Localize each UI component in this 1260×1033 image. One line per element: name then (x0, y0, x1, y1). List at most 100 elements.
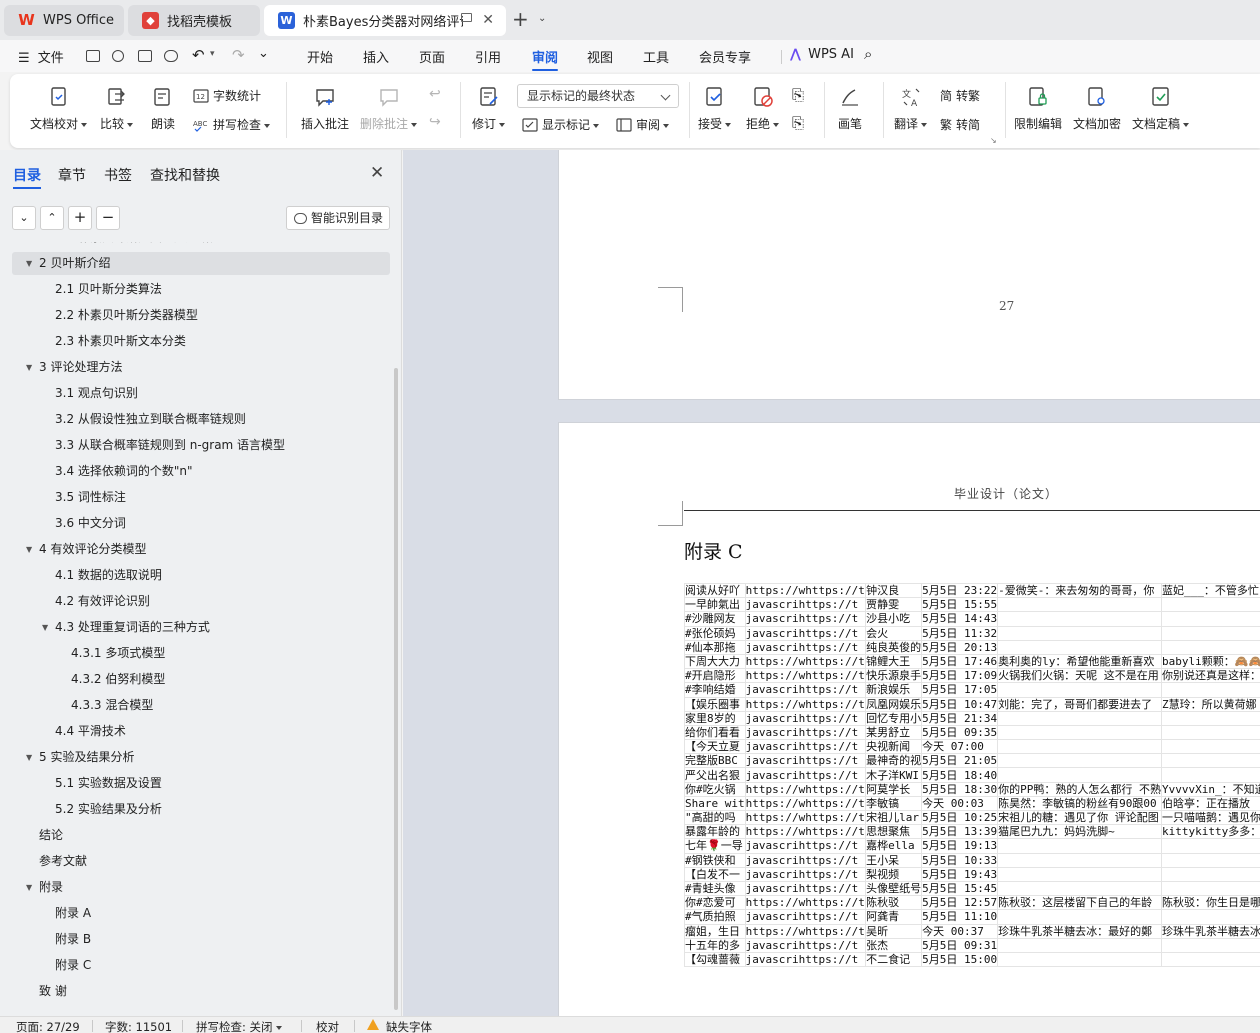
table-cell[interactable]: #李响结婚 (684, 682, 746, 698)
table-cell[interactable] (1161, 937, 1260, 953)
table-cell[interactable]: 5月5日 10:25 (921, 809, 999, 826)
table-cell[interactable]: babyli颗颗：🙈🙈🙈 (1161, 653, 1260, 670)
table-cell[interactable] (997, 838, 1163, 854)
table-cell[interactable] (997, 909, 1163, 925)
spell-check-button[interactable]: ABC 拼写检查 (193, 116, 270, 133)
table-cell[interactable]: 5月5日 15:55 (921, 597, 999, 613)
table-cell[interactable] (997, 753, 1163, 769)
table-cell[interactable] (1161, 880, 1260, 897)
table-cell[interactable]: 你#吃火锅 (684, 781, 746, 797)
table-cell[interactable]: 5月5日 10:33 (921, 852, 999, 868)
table-cell[interactable]: javascrihttps://t (744, 951, 867, 968)
table-cell[interactable]: 5月5日 15:45 (921, 880, 999, 897)
print-preview-icon[interactable] (164, 50, 178, 62)
collapse-all-icon[interactable]: ⌃ (40, 206, 64, 230)
collapse-triangle-icon[interactable]: ▼ (26, 538, 32, 561)
table-cell[interactable]: 5月5日 10:47 (921, 696, 999, 712)
table-cell[interactable] (1161, 639, 1260, 655)
toc-item[interactable]: ▼ 5 实验及结果分析 (12, 746, 390, 769)
toc-item[interactable]: 2.2 朴素贝叶斯分类器模型 (12, 304, 390, 327)
pen-button[interactable]: 画笔 (838, 86, 862, 132)
toc-item[interactable]: 4.1 数据的选取说明 (12, 564, 390, 587)
table-cell[interactable]: javascrihttps://t (744, 710, 867, 726)
table-cell[interactable]: javascrihttps://t (744, 639, 867, 655)
table-cell[interactable] (1161, 866, 1260, 882)
table-cell[interactable]: 5月5日 13:39 (921, 824, 999, 840)
table-cell[interactable]: javascrihttps://t (744, 767, 867, 783)
table-cell[interactable]: https://whttps://t (744, 781, 867, 797)
table-cell[interactable]: https://whttps://t (744, 809, 867, 826)
table-cell[interactable]: 暴露年龄的 (684, 824, 746, 840)
delete-comment-button[interactable]: 删除批注 (360, 86, 417, 132)
collapse-triangle-icon[interactable]: ▼ (42, 616, 48, 639)
table-cell[interactable]: javascrihttps://t (744, 597, 867, 613)
table-cell[interactable] (1161, 951, 1260, 968)
toc-item[interactable]: 4.3.1 多项式模型 (12, 642, 390, 665)
table-cell[interactable]: 刘能：完了，哥哥们都要进去了 (997, 696, 1163, 712)
table-cell[interactable]: 最神奇的视 (865, 753, 923, 769)
table-cell[interactable]: 吴昕 (865, 923, 923, 939)
table-cell[interactable]: 沙县小吃 (865, 611, 923, 627)
export-icon[interactable] (112, 50, 124, 62)
menu-review[interactable]: 审阅 (532, 47, 558, 66)
table-cell[interactable]: javascrihttps://t (744, 739, 867, 755)
translate-button[interactable]: 文A 翻译 (894, 86, 927, 132)
menu-tools[interactable]: 工具 (643, 47, 669, 66)
table-cell[interactable]: 完整版BBC (684, 753, 746, 769)
table-cell[interactable] (997, 682, 1163, 698)
table-cell[interactable]: 凤凰网娱乐 (865, 696, 923, 712)
table-cell[interactable]: 你别说还真是这样： (1161, 668, 1260, 684)
table-cell[interactable] (1161, 767, 1260, 783)
table-cell[interactable]: 一早帥氣出 (684, 597, 746, 613)
toc-item[interactable]: 结论 (12, 824, 390, 847)
table-cell[interactable]: kittykitty多多：大 (1161, 824, 1260, 840)
table-cell[interactable]: 5月5日 12:57 (921, 895, 999, 911)
table-cell[interactable]: #仙本那拖 (684, 639, 746, 655)
table-cell[interactable] (1161, 753, 1260, 769)
table-cell[interactable]: 给你们看看 (684, 724, 746, 741)
table-cell[interactable]: 阅读从好吖 (684, 582, 746, 599)
table-cell[interactable]: 【白发不一 (684, 866, 746, 882)
table-cell[interactable] (997, 724, 1163, 741)
table-cell[interactable]: 阿龚青 (865, 909, 923, 925)
monitor-icon[interactable] (461, 13, 472, 22)
table-cell[interactable] (1161, 710, 1260, 726)
table-cell[interactable] (1161, 838, 1260, 854)
toc-item[interactable]: ▼ 附录 (12, 876, 390, 899)
table-cell[interactable]: 今天 00:37 (921, 923, 999, 939)
redo-icon[interactable]: ↷ (232, 46, 245, 64)
show-marks-button[interactable]: 显示标记 (522, 116, 599, 133)
table-cell[interactable] (997, 852, 1163, 868)
toc-item[interactable]: 1.3 朴素贝叶斯分类的应用研究 (12, 242, 390, 249)
table-cell[interactable]: javascrihttps://t (744, 753, 867, 769)
panel-tab-bookmarks[interactable]: 书签 (104, 165, 132, 185)
table-cell[interactable]: 某男舒立 (865, 724, 923, 741)
table-cell[interactable]: 陈秋驳 (865, 895, 923, 911)
proofread-button[interactable]: 文档校对 (30, 86, 87, 132)
close-panel-icon[interactable]: ✕ (370, 163, 384, 183)
toc-item[interactable]: 致 谢 (12, 980, 390, 1003)
table-cell[interactable]: 陈秋驳：这层楼留下自己的年龄 (997, 895, 1163, 911)
toc-item[interactable]: 4.3.2 伯努利模型 (12, 668, 390, 691)
table-cell[interactable]: 奥利奥的ly：希望他能重新喜欢 (997, 653, 1163, 670)
toc-item[interactable]: 参考文献 (12, 850, 390, 873)
table-cell[interactable]: #钢铁侠和 (684, 852, 746, 868)
compare-button[interactable]: 比较 (100, 86, 133, 132)
table-cell[interactable]: 家里8岁的 (684, 710, 746, 726)
menu-view[interactable]: 视图 (587, 47, 613, 66)
toc-item[interactable]: 3.6 中文分词 (12, 512, 390, 535)
tab-document[interactable]: W 朴素Bayes分类器对网络评论有 ✕ (264, 5, 506, 36)
search-icon[interactable]: ⌕ (864, 45, 872, 63)
toc-item[interactable]: ▼ 3 评论处理方法 (12, 356, 390, 379)
table-cell[interactable]: 贾静雯 (865, 597, 923, 613)
table-cell[interactable]: 珍珠牛乳茶半糖去冰：最好的鄭 (997, 923, 1163, 939)
collapse-triangle-icon[interactable]: ▼ (26, 876, 32, 899)
table-cell[interactable]: 【勾魂蔷薇 (684, 951, 746, 968)
table-cell[interactable]: javascrihttps://t (744, 852, 867, 868)
collapse-triangle-icon[interactable]: ▼ (26, 356, 32, 379)
table-cell[interactable] (997, 739, 1163, 755)
table-cell[interactable]: javascrihttps://t (744, 937, 867, 953)
table-cell[interactable]: 5月5日 09:31 (921, 937, 999, 953)
table-cell[interactable]: 5月5日 18:30 (921, 781, 999, 797)
next-change-icon[interactable]: ⎘ (792, 114, 804, 132)
